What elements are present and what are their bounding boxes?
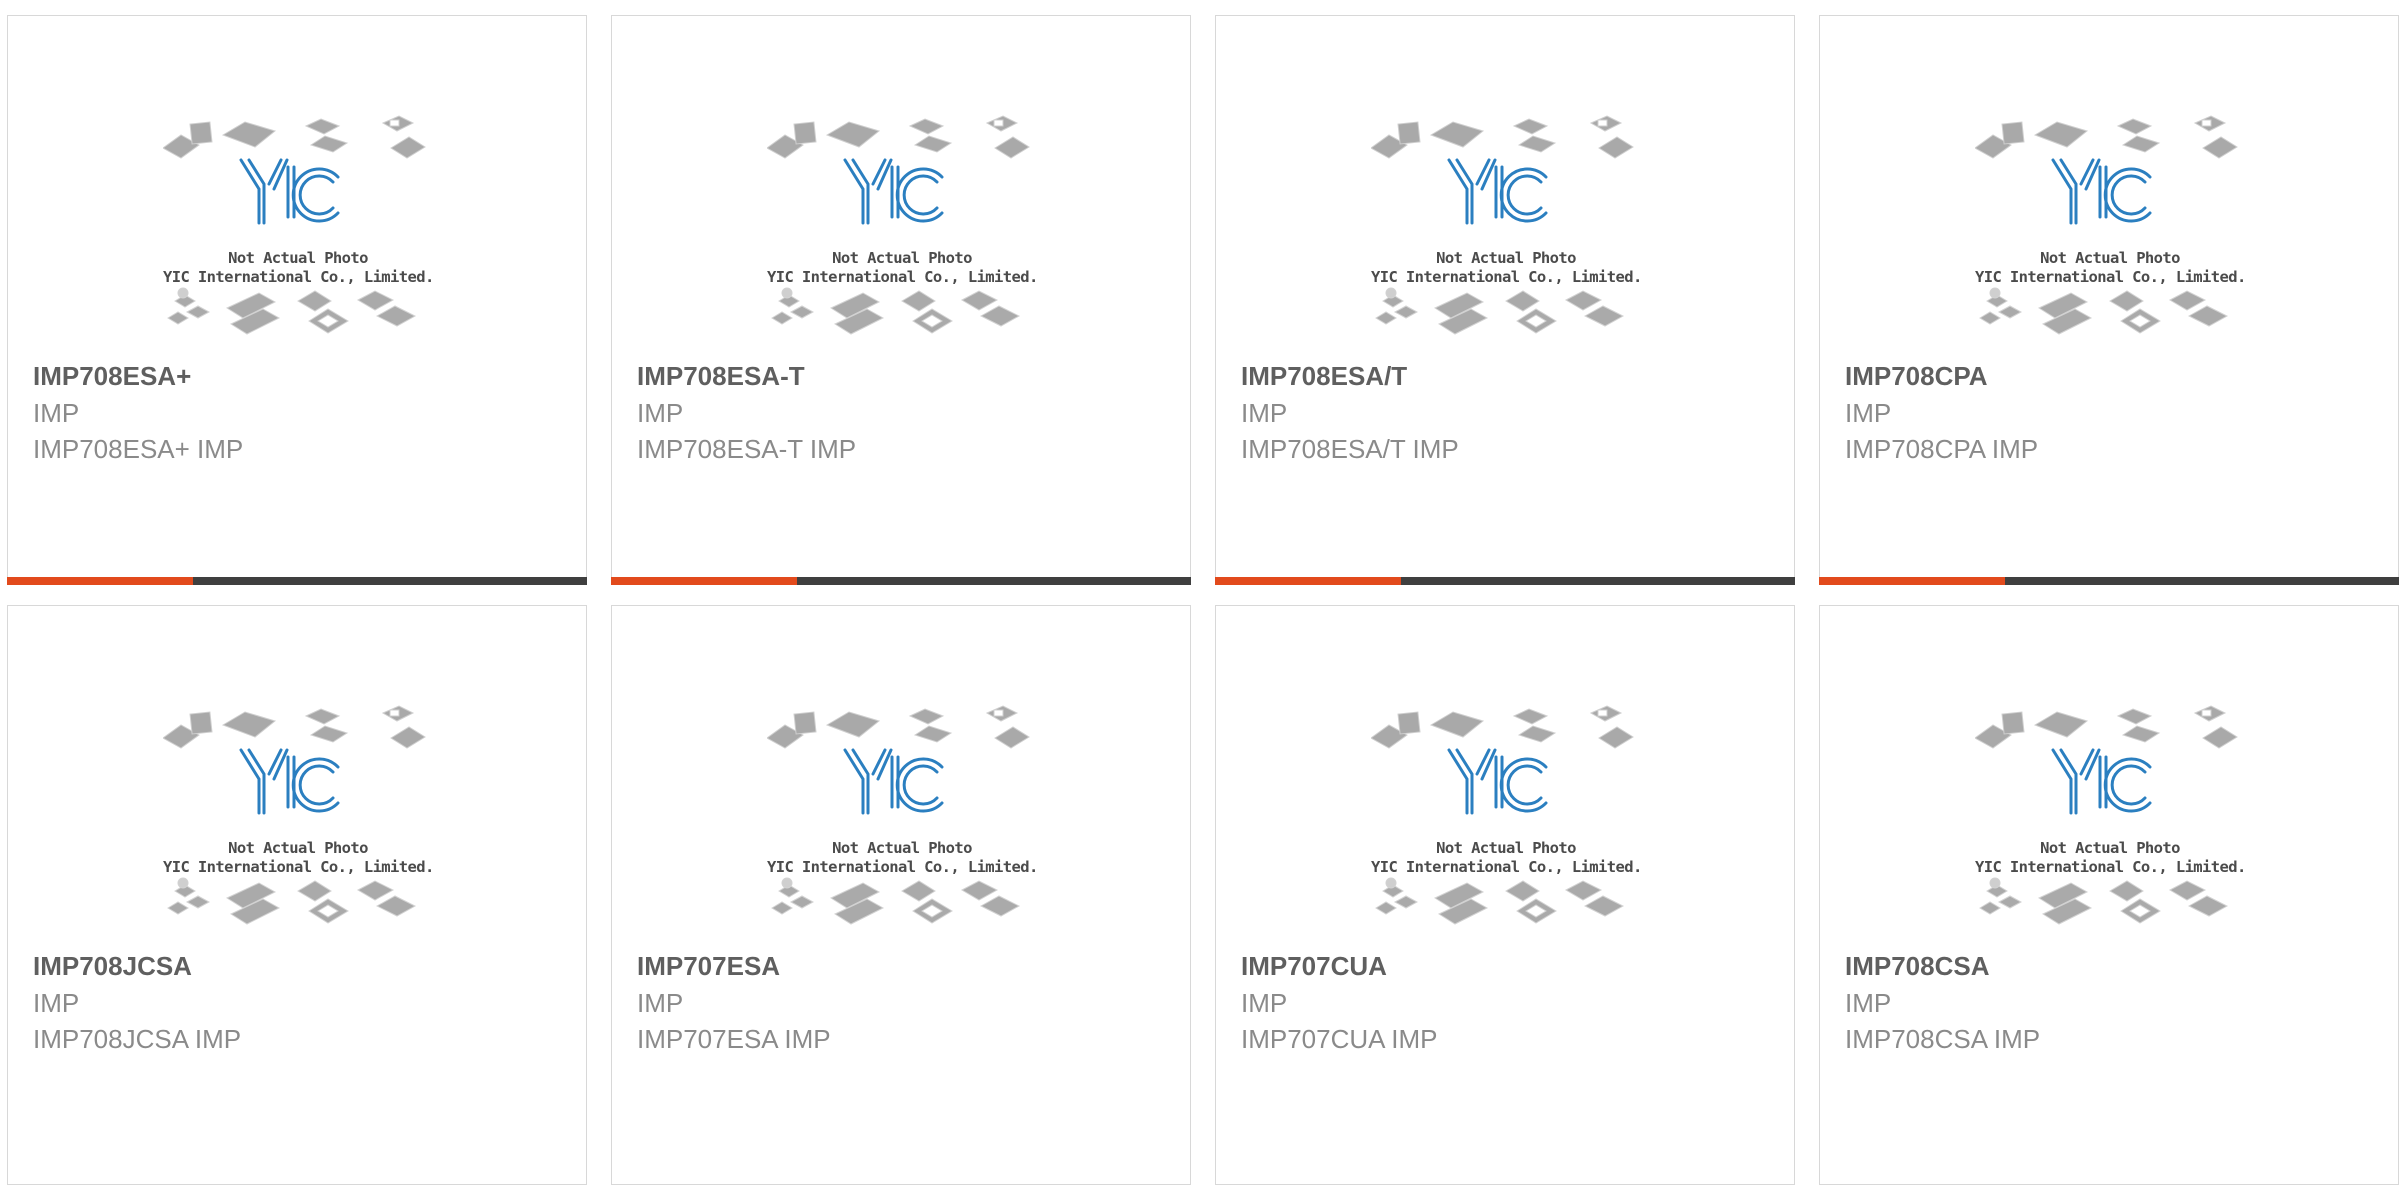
- card-progress-bar: [7, 577, 587, 585]
- product-description: IMP708CPA IMP: [1845, 434, 2039, 464]
- watermark-line-2: YIC International Co., Limited.: [767, 858, 1038, 876]
- product-image[interactable]: Not Actual Photo YIC International Co., …: [1371, 105, 1642, 365]
- watermark-line-2: YIC International Co., Limited.: [163, 858, 434, 876]
- watermark-line-1: Not Actual Photo: [228, 839, 368, 857]
- card-progress-accent: [611, 577, 797, 585]
- product-card[interactable]: Not Actual Photo YIC International Co., …: [7, 605, 587, 1185]
- watermark-line-2: YIC International Co., Limited.: [767, 268, 1038, 286]
- part-number[interactable]: IMP708ESA+: [33, 361, 191, 392]
- product-image[interactable]: Not Actual Photo YIC International Co., …: [767, 105, 1038, 365]
- product-card[interactable]: Not Actual Photo YIC International Co., …: [611, 15, 1191, 585]
- watermark-line-2: YIC International Co., Limited.: [1975, 858, 2246, 876]
- chip-packages-icon: [1975, 115, 2238, 335]
- card-progress-bar: [1819, 577, 2399, 585]
- brand-name: IMP: [1845, 988, 1892, 1018]
- product-image[interactable]: Not Actual Photo YIC International Co., …: [1975, 695, 2246, 955]
- product-description: IMP708ESA+ IMP: [33, 434, 244, 464]
- watermark-line-1: Not Actual Photo: [832, 249, 972, 267]
- product-card[interactable]: Not Actual Photo YIC International Co., …: [1215, 605, 1795, 1185]
- card-progress-bar: [611, 577, 1191, 585]
- part-number[interactable]: IMP708ESA/T: [1241, 361, 1407, 392]
- chip-packages-icon: [767, 705, 1030, 925]
- card-progress-bar: [1215, 577, 1795, 585]
- part-number[interactable]: IMP707ESA: [637, 951, 780, 982]
- part-number[interactable]: IMP707CUA: [1241, 951, 1387, 982]
- chip-packages-icon: [163, 705, 426, 925]
- card-progress-accent: [7, 577, 193, 585]
- brand-name: IMP: [1241, 398, 1288, 428]
- product-description: IMP708ESA/T IMP: [1241, 434, 1459, 464]
- part-number[interactable]: IMP708JCSA: [33, 951, 192, 982]
- watermark-line-1: Not Actual Photo: [2040, 249, 2180, 267]
- part-number[interactable]: IMP708CPA: [1845, 361, 1988, 392]
- chip-packages-icon: [1371, 115, 1634, 335]
- chip-packages-icon: [767, 115, 1030, 335]
- watermark-line-2: YIC International Co., Limited.: [163, 268, 434, 286]
- watermark-line-1: Not Actual Photo: [2040, 839, 2180, 857]
- brand-name: IMP: [637, 988, 684, 1018]
- card-progress-accent: [1819, 577, 2005, 585]
- chip-packages-icon: [1371, 705, 1634, 925]
- watermark-line-1: Not Actual Photo: [1436, 839, 1576, 857]
- chip-packages-icon: [163, 115, 426, 335]
- watermark-line-2: YIC International Co., Limited.: [1371, 858, 1642, 876]
- brand-name: IMP: [637, 398, 684, 428]
- product-description: IMP707CUA IMP: [1241, 1024, 1438, 1054]
- product-description: IMP707ESA IMP: [637, 1024, 831, 1054]
- product-image[interactable]: Not Actual Photo YIC International Co., …: [1975, 105, 2246, 365]
- watermark-line-1: Not Actual Photo: [228, 249, 368, 267]
- product-description: IMP708ESA-T IMP: [637, 434, 857, 464]
- part-number[interactable]: IMP708ESA-T: [637, 361, 805, 392]
- brand-name: IMP: [1241, 988, 1288, 1018]
- product-card[interactable]: Not Actual Photo YIC International Co., …: [1215, 15, 1795, 585]
- watermark-line-1: Not Actual Photo: [832, 839, 972, 857]
- product-card[interactable]: Not Actual Photo YIC International Co., …: [1819, 15, 2399, 585]
- part-number[interactable]: IMP708CSA: [1845, 951, 1990, 982]
- chip-packages-icon: [1975, 705, 2238, 925]
- product-image[interactable]: Not Actual Photo YIC International Co., …: [163, 105, 434, 365]
- card-progress-accent: [1215, 577, 1401, 585]
- product-image[interactable]: Not Actual Photo YIC International Co., …: [1371, 695, 1642, 955]
- watermark-line-2: YIC International Co., Limited.: [1371, 268, 1642, 286]
- product-image[interactable]: Not Actual Photo YIC International Co., …: [163, 695, 434, 955]
- product-card[interactable]: Not Actual Photo YIC International Co., …: [1819, 605, 2399, 1185]
- watermark-line-1: Not Actual Photo: [1436, 249, 1576, 267]
- watermark-line-2: YIC International Co., Limited.: [1975, 268, 2246, 286]
- brand-name: IMP: [33, 988, 80, 1018]
- product-description: IMP708CSA IMP: [1845, 1024, 2041, 1054]
- brand-name: IMP: [33, 398, 80, 428]
- product-description: IMP708JCSA IMP: [33, 1024, 242, 1054]
- brand-name: IMP: [1845, 398, 1892, 428]
- product-image[interactable]: Not Actual Photo YIC International Co., …: [767, 695, 1038, 955]
- product-card[interactable]: Not Actual Photo YIC International Co., …: [7, 15, 587, 585]
- product-card[interactable]: Not Actual Photo YIC International Co., …: [611, 605, 1191, 1185]
